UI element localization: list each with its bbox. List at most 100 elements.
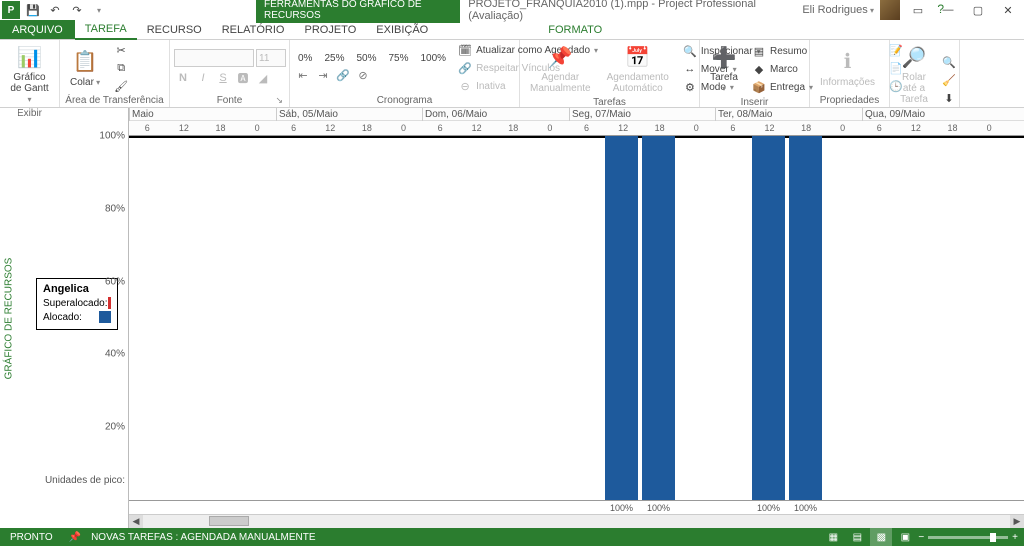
information-button[interactable]: ℹ Informações [814,47,881,90]
hour-tick: 6 [422,121,459,136]
deliverable-button[interactable]: 📦Entrega [748,79,817,95]
maximize-icon[interactable]: ▢ [966,1,990,19]
progress-100[interactable]: 100% [417,52,451,65]
scroll-to-task-button[interactable]: 🔎 Rolar até a Tarefa [894,42,934,118]
app-icon: P [2,1,20,19]
hour-tick: 0 [824,121,861,136]
ribbon-options-icon[interactable]: ▭ [906,1,930,19]
y-tick: 40% [105,349,125,360]
peak-value: 100% [789,501,822,515]
timescale-header[interactable]: MaioSáb, 05/MaioDom, 06/MaioSeg, 07/Maio… [129,108,1024,136]
legend-resource-name: Angelica [43,283,111,295]
chart-area[interactable]: MaioSáb, 05/MaioDom, 06/MaioSeg, 07/Maio… [128,108,1024,528]
hour-tick: 12 [605,121,642,136]
zoom-out-icon[interactable]: − [918,532,924,543]
hour-tick: 0 [385,121,422,136]
title-bar: P 💾 ↶ ↷ FERRAMENTAS DO GRÁFICO DE RECURS… [0,0,1024,20]
status-new-tasks[interactable]: NOVAS TAREFAS : AGENDADA MANUALMENTE [81,532,326,543]
group-fonte: Fonte↘ [174,94,285,107]
close-icon[interactable]: ✕ [996,1,1020,19]
allocation-bar[interactable] [605,136,638,500]
find-button[interactable]: 🔍 [938,54,960,70]
help-icon[interactable]: ? [937,2,944,16]
clear-button[interactable]: 🧹 [938,72,960,88]
user-name[interactable]: Eli Rodrigues [802,4,874,16]
underline-button[interactable]: S [214,69,232,87]
progress-0[interactable]: 0% [294,52,316,65]
milestone-button[interactable]: ◆Marco [748,61,817,77]
outdent-button[interactable]: ⇤ [294,67,312,85]
link-button[interactable]: 🔗 [334,67,352,85]
summary-icon: ▤ [752,44,766,58]
hour-tick: 6 [861,121,898,136]
horizontal-scrollbar[interactable]: ◀ ▶ [129,514,1024,528]
copy-icon: ⧉ [114,61,128,75]
clipboard-icon: 📋 [71,49,99,75]
pin-icon: 📌 [69,532,81,543]
italic-button[interactable]: I [194,69,212,87]
progress-50[interactable]: 50% [352,52,380,65]
progress-25[interactable]: 25% [320,52,348,65]
allocation-bar[interactable] [752,136,785,500]
task-button[interactable]: ➕ Tarefa [704,42,744,96]
paste-button[interactable]: 📋 Colar [64,47,106,90]
fill-button[interactable]: ⬇ [938,90,960,106]
mode-icon: ⚙ [683,80,697,94]
scroll-left-icon[interactable]: ◀ [129,515,143,529]
hour-tick: 6 [568,121,605,136]
info-icon: ℹ [834,49,862,75]
font-family-select[interactable] [174,49,254,67]
qat-customize-icon[interactable] [90,1,108,19]
zoom-slider[interactable]: − + [918,532,1018,543]
inspect-icon: 🔍 [683,44,697,58]
hour-tick: 12 [898,121,935,136]
view-shortcut-3[interactable]: ▩ [870,528,892,546]
fill-color-button[interactable]: ◢ [254,69,272,87]
bold-button[interactable]: N [174,69,192,87]
copy-button[interactable]: ⧉ [110,60,132,76]
view-shortcut-2[interactable]: ▤ [846,528,868,546]
task-icon: ➕ [710,44,738,70]
schedule-manually-button[interactable]: 📌 Agendar Manualmente [524,42,597,96]
scroll-thumb[interactable] [209,516,249,526]
tab-file[interactable]: ARQUIVO [0,20,75,39]
day-header: Ter, 08/Maio [715,108,772,121]
view-shortcut-1[interactable]: ▦ [822,528,844,546]
tab-recurso[interactable]: RECURSO [137,20,212,39]
schedule-auto-button[interactable]: 📅 Agendamento Automático [601,42,675,96]
scroll-right-icon[interactable]: ▶ [1010,515,1024,529]
summary-button[interactable]: ▤Resumo [748,43,817,59]
allocation-bar[interactable] [789,136,822,500]
gantt-icon: 📊 [16,44,44,70]
view-side-label: GRÁFICO DE RECURSOS [0,108,18,528]
cut-button[interactable]: ✂ [110,42,132,58]
unlink-button[interactable]: ⊘ [354,67,372,85]
deliverable-icon: 📦 [752,80,766,94]
format-painter-button[interactable]: 🖌 [110,78,132,94]
hour-tick: 0 [239,121,276,136]
save-icon[interactable]: 💾 [24,1,42,19]
redo-icon[interactable]: ↷ [68,1,86,19]
move-icon: ↔ [683,62,697,76]
hour-tick: 12 [166,121,203,136]
undo-icon[interactable]: ↶ [46,1,64,19]
font-color-button[interactable]: 🅰 [234,69,252,87]
avatar[interactable] [880,0,900,20]
inactive-icon: ⊖ [458,79,472,93]
progress-75[interactable]: 75% [384,52,412,65]
y-tick: 60% [105,276,125,287]
calendar-check-icon: 🗓 [458,43,472,57]
indent-button[interactable]: ⇥ [314,67,332,85]
scissors-icon: ✂ [114,43,128,57]
font-size-select[interactable] [256,49,286,67]
tab-tarefa[interactable]: TAREFA [75,20,137,40]
group-propriedades: Propriedades [814,94,885,107]
hour-tick: 18 [349,121,386,136]
font-dialog-launcher[interactable]: ↘ [275,95,283,106]
day-header: Seg, 07/Maio [569,108,631,121]
window-title: PROJETO_FRANQUIA2010 (1).mpp - Project P… [468,0,768,22]
gantt-chart-button[interactable]: 📊 Gráfico de Gantt [4,42,55,107]
view-shortcut-4[interactable]: ▣ [894,528,916,546]
zoom-in-icon[interactable]: + [1012,532,1018,543]
allocation-bar[interactable] [642,136,675,500]
